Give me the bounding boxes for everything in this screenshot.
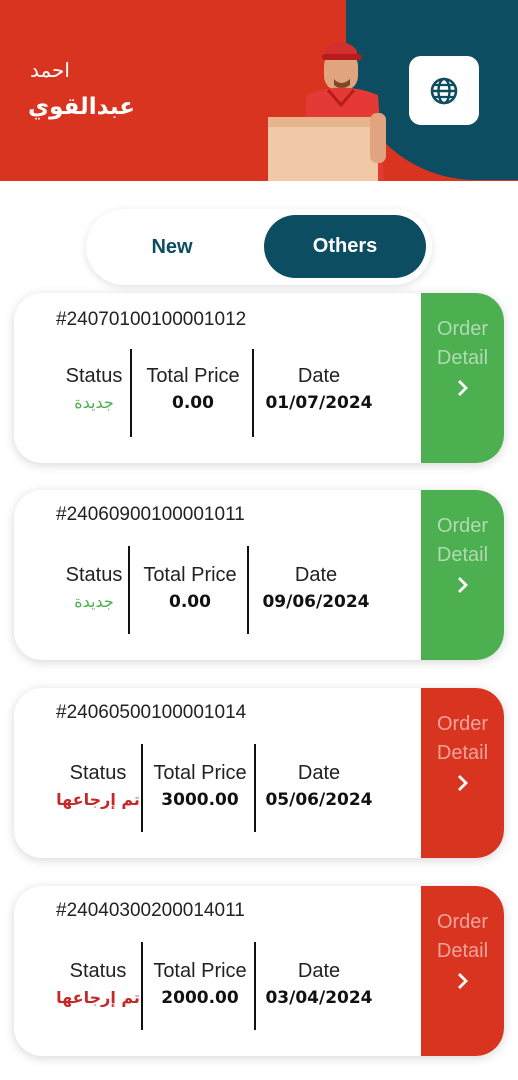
order-detail-label-1: Order bbox=[436, 318, 489, 340]
order-number: #24070100100001012 bbox=[56, 309, 247, 330]
order-detail-label-2: Detail bbox=[436, 544, 489, 566]
order-detail-label-2: Detail bbox=[436, 742, 489, 764]
price-column: Total Price 2000.00 bbox=[145, 960, 255, 1008]
date-column: Date 05/06/2024 bbox=[256, 762, 382, 810]
order-card: #24070100100001012 Status جديدة Total Pr… bbox=[14, 293, 504, 463]
price-column: Total Price 0.00 bbox=[132, 564, 248, 612]
order-detail-button[interactable]: Order Detail bbox=[421, 490, 504, 660]
status-column: Status تم إرجاعها bbox=[52, 762, 144, 809]
order-detail-button[interactable]: Order Detail bbox=[421, 886, 504, 1056]
order-number: #24040300200014011 bbox=[56, 900, 245, 921]
status-value: جديدة bbox=[74, 592, 114, 611]
divider bbox=[130, 349, 132, 437]
price-value: 0.00 bbox=[169, 592, 211, 612]
price-value: 0.00 bbox=[172, 393, 214, 413]
divider bbox=[141, 744, 143, 832]
price-value: 3000.00 bbox=[161, 790, 239, 810]
order-detail-label-2: Detail bbox=[436, 347, 489, 369]
date-value: 09/06/2024 bbox=[262, 592, 370, 612]
price-label: Total Price bbox=[143, 564, 237, 586]
date-value: 05/06/2024 bbox=[265, 790, 373, 810]
date-column: Date 03/04/2024 bbox=[256, 960, 382, 1008]
status-value: تم إرجاعها bbox=[56, 790, 140, 809]
chevron-right-icon bbox=[457, 775, 468, 791]
order-card: #24060500100001014 Status تم إرجاعها Tot… bbox=[14, 688, 504, 858]
price-label: Total Price bbox=[146, 365, 240, 387]
order-number: #24060500100001014 bbox=[56, 702, 247, 723]
order-filter-toggle: New Others bbox=[86, 209, 432, 285]
order-detail-label-1: Order bbox=[436, 911, 489, 933]
order-detail-label-1: Order bbox=[436, 515, 489, 537]
divider bbox=[247, 546, 249, 634]
price-value: 2000.00 bbox=[161, 988, 239, 1008]
order-detail-button[interactable]: Order Detail bbox=[421, 293, 504, 463]
chevron-right-icon bbox=[457, 380, 468, 396]
tab-new[interactable]: New bbox=[116, 225, 228, 269]
date-column: Date 01/07/2024 bbox=[256, 365, 382, 413]
status-column: Status جديدة bbox=[56, 365, 132, 412]
language-button[interactable] bbox=[409, 56, 479, 125]
order-detail-label-2: Detail bbox=[436, 940, 489, 962]
date-value: 03/04/2024 bbox=[265, 988, 373, 1008]
price-label: Total Price bbox=[153, 960, 247, 982]
status-label: Status bbox=[65, 564, 123, 586]
price-label: Total Price bbox=[153, 762, 247, 784]
order-number: #24060900100001011 bbox=[56, 504, 245, 525]
courier-illustration bbox=[268, 42, 386, 181]
price-column: Total Price 0.00 bbox=[134, 365, 252, 413]
chevron-right-icon bbox=[457, 973, 468, 989]
order-card: #24040300200014011 Status تم إرجاعها Tot… bbox=[14, 886, 504, 1056]
date-column: Date 09/06/2024 bbox=[251, 564, 381, 612]
date-label: Date bbox=[297, 365, 341, 387]
status-label: Status bbox=[65, 365, 123, 387]
date-value: 01/07/2024 bbox=[265, 393, 373, 413]
date-label: Date bbox=[297, 762, 341, 784]
status-column: Status جديدة bbox=[56, 564, 132, 611]
order-detail-label-1: Order bbox=[436, 713, 489, 735]
divider bbox=[128, 546, 130, 634]
status-value: جديدة bbox=[74, 393, 114, 412]
price-column: Total Price 3000.00 bbox=[145, 762, 255, 810]
user-last-name: عبدالقوي bbox=[28, 94, 135, 120]
tab-others[interactable]: Others bbox=[264, 215, 426, 278]
divider bbox=[141, 942, 143, 1030]
header: احمد عبدالقوي bbox=[0, 0, 518, 181]
status-column: Status تم إرجاعها bbox=[52, 960, 144, 1007]
order-detail-button[interactable]: Order Detail bbox=[421, 688, 504, 858]
user-first-name: احمد bbox=[30, 58, 70, 82]
status-label: Status bbox=[69, 762, 127, 784]
date-label: Date bbox=[294, 564, 338, 586]
status-label: Status bbox=[69, 960, 127, 982]
chevron-right-icon bbox=[457, 577, 468, 593]
globe-icon bbox=[430, 77, 458, 104]
status-value: تم إرجاعها bbox=[56, 988, 140, 1007]
order-card: #24060900100001011 Status جديدة Total Pr… bbox=[14, 490, 504, 660]
date-label: Date bbox=[297, 960, 341, 982]
divider bbox=[252, 349, 254, 437]
